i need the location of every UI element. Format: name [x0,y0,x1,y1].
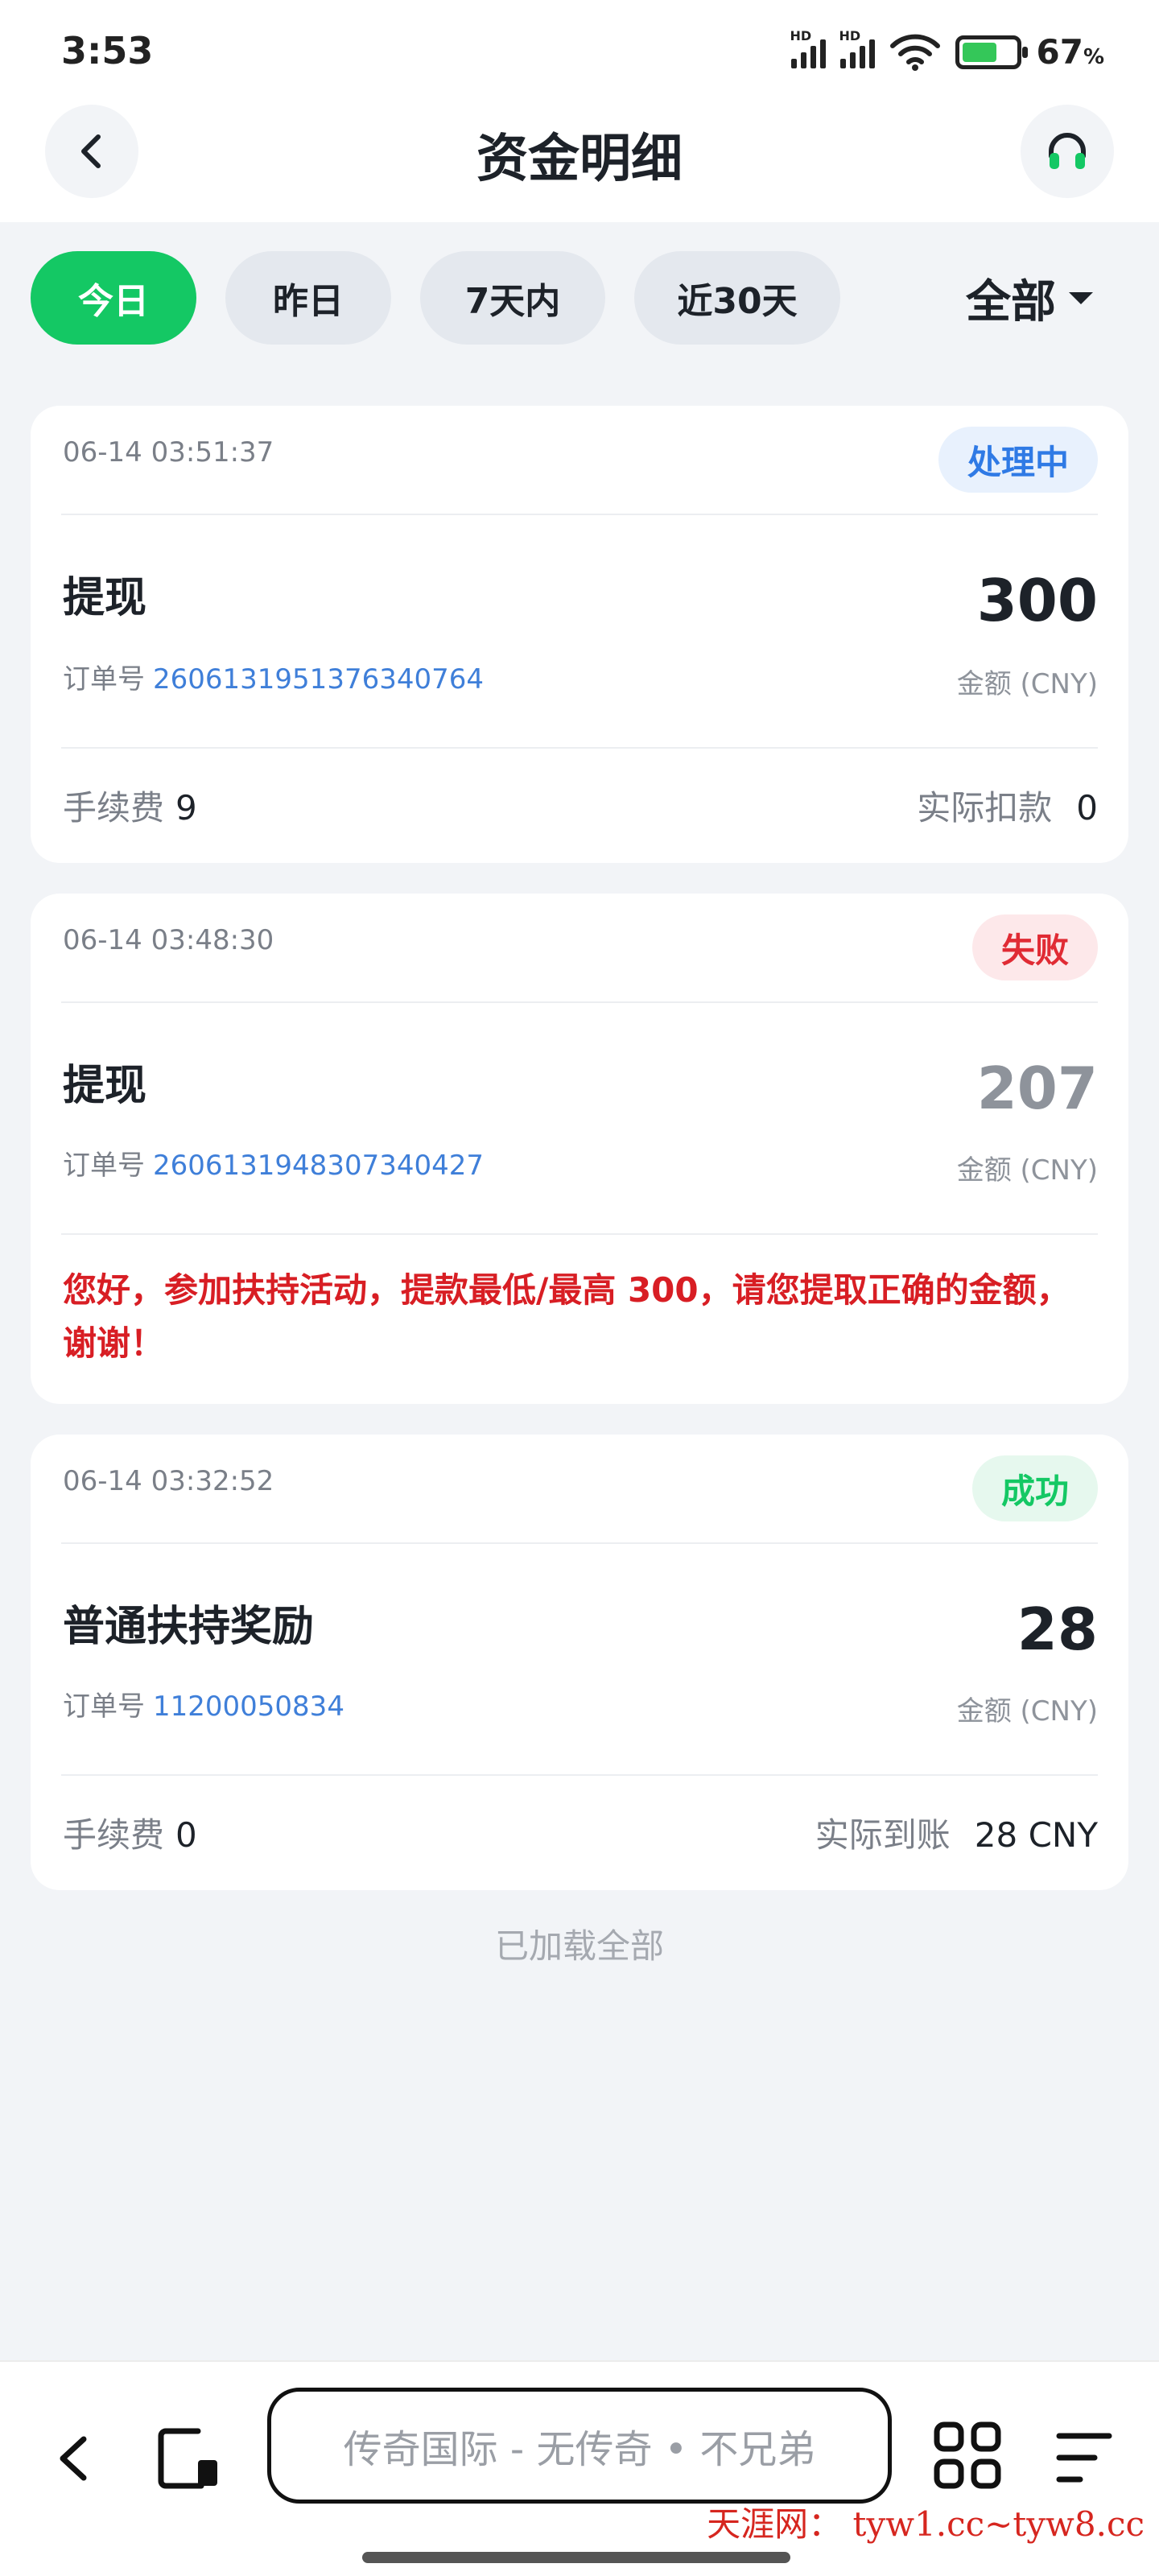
list-end-text: 已加载全部 [494,1926,664,1966]
order-number[interactable]: 2606131951376340764 [153,663,484,696]
fee-label: 手续费 [63,788,165,828]
browser-toolbar: 传奇国际 - 无传奇 • 不兄弟 天涯网： tyw1.cc~tyw8.cc [0,2360,1159,2576]
transaction-type: 提现 [63,574,147,622]
page-header: 资金明细 [0,105,1159,222]
amount-unit: 金额 (CNY) [956,1154,1098,1187]
actual-label: 实际扣款 [917,788,1053,828]
amount-unit: 金额 (CNY) [956,1695,1098,1728]
transaction-card[interactable]: 06-14 03:32:52 成功 普通扶持奖励 订单号 11200050834 … [31,1435,1128,1890]
date-filter-tabs: 今日 昨日 7天内 近30天 [31,251,840,345]
fee-label: 手续费 [63,1815,165,1855]
actual-amount-line: 实际到账 28 CNY [815,1808,1098,1857]
filter-today[interactable]: 今日 [31,251,196,345]
customer-service-button[interactable] [1021,105,1114,198]
status-icons: HD HD 67% [790,28,1104,72]
transaction-card[interactable]: 06-14 03:48:30 失败 提现 订单号 2606131948307340… [31,894,1128,1404]
tabs-icon[interactable] [158,2426,222,2491]
order-number-label: 订单号 [63,663,145,696]
divider [61,1233,1098,1235]
apps-grid-icon[interactable] [934,2421,1001,2489]
status-badge: 处理中 [938,427,1098,493]
transaction-type: 提现 [63,1062,147,1110]
home-indicator[interactable] [362,2552,790,2563]
divider [61,1774,1098,1776]
divider [61,1542,1098,1544]
transaction-amount: 300 [976,567,1098,634]
transaction-amount: 207 [976,1055,1098,1122]
order-number-label: 订单号 [63,1150,145,1182]
order-number-line: 订单号 11200050834 [63,1684,344,1724]
fee-line: 手续费 9 [63,781,197,830]
wifi-icon [890,34,941,71]
divider [61,747,1098,749]
actual-label: 实际到账 [815,1815,951,1855]
caret-down-icon [1069,292,1093,304]
order-number[interactable]: 2606131948307340427 [153,1150,484,1182]
watermark-text: 天涯网： tyw1.cc~tyw8.cc [707,2504,1145,2544]
fee-value: 9 [175,788,197,828]
divider [61,1001,1098,1003]
filter-7-days[interactable]: 7天内 [420,251,605,345]
actual-value: 0 [1076,788,1098,828]
cellular-signal-icon-2: HD [839,28,876,68]
fee-line: 手续费 0 [63,1808,197,1857]
battery-icon [955,35,1029,69]
battery-percent: 67% [1036,32,1104,72]
address-bar[interactable]: 传奇国际 - 无传奇 • 不兄弟 [267,2388,892,2504]
divider [61,514,1098,515]
page-title: 资金明细 [476,130,683,189]
transaction-amount: 28 [1017,1596,1098,1663]
filter-30-days[interactable]: 近30天 [634,251,840,345]
transaction-type: 普通扶持奖励 [63,1603,315,1651]
menu-icon[interactable] [1054,2429,1114,2486]
status-badge: 成功 [971,1455,1098,1521]
order-number[interactable]: 11200050834 [153,1690,344,1723]
order-number-line: 订单号 2606131951376340764 [63,657,484,696]
headset-icon [1049,133,1086,169]
transaction-time: 06-14 03:51:37 [63,436,274,469]
dropdown-value: 全部 [966,276,1056,328]
status-time: 3:53 [61,29,154,72]
order-number-label: 订单号 [63,1690,145,1723]
filter-yesterday[interactable]: 昨日 [225,251,391,345]
type-filter-dropdown[interactable]: 全部 [966,266,1093,331]
failure-message: 您好，参加扶持活动，提款最低/最高 300，请您提取正确的金额，谢谢！ [63,1270,1070,1363]
status-badge: 失败 [971,914,1098,980]
actual-value: 28 CNY [974,1815,1098,1855]
fee-value: 0 [175,1815,197,1855]
amount-unit: 金额 (CNY) [956,668,1098,700]
browser-back-icon[interactable] [48,2420,97,2497]
cellular-signal-icon: HD [790,28,827,68]
order-number-line: 订单号 2606131948307340427 [63,1143,484,1183]
transaction-time: 06-14 03:48:30 [63,924,274,956]
transaction-time: 06-14 03:32:52 [63,1465,274,1497]
status-bar: 3:53 HD HD 67% [0,0,1159,105]
actual-amount-line: 实际扣款 0 [917,781,1098,830]
transaction-card[interactable]: 06-14 03:51:37 处理中 提现 订单号 260613195137634… [31,406,1128,863]
